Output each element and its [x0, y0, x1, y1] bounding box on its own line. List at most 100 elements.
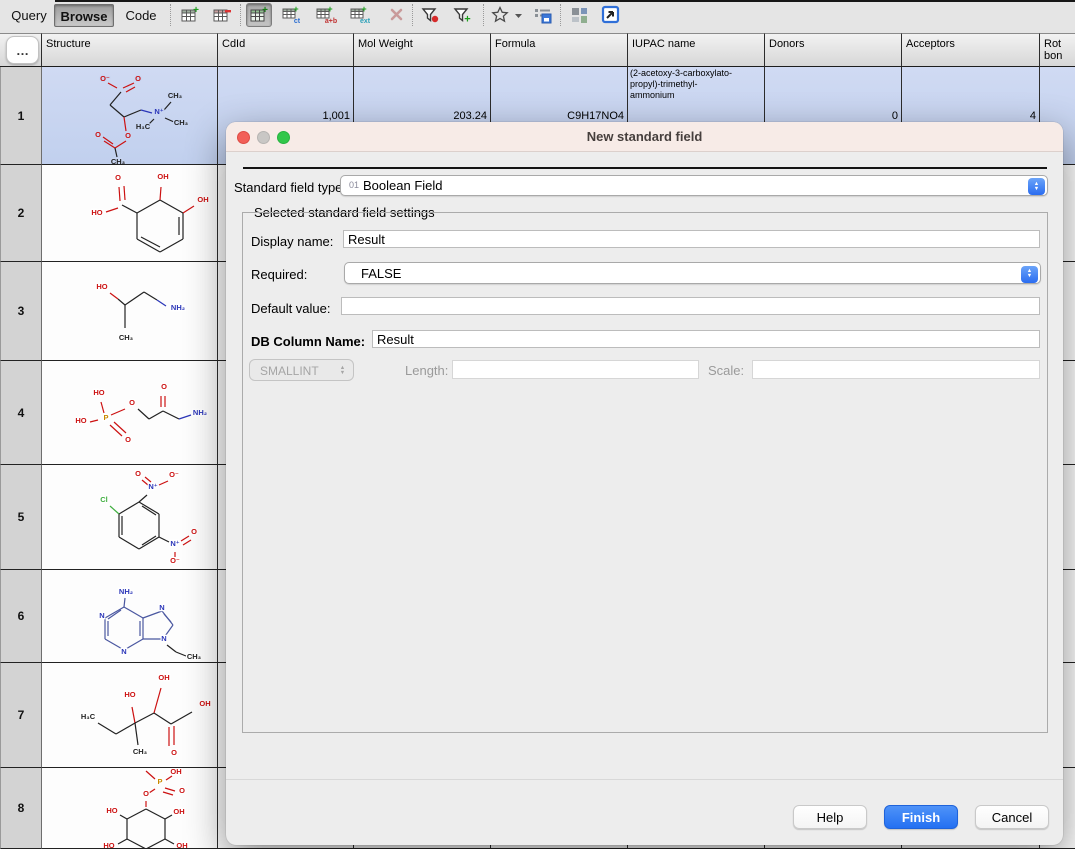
row-number[interactable]: 6	[0, 570, 42, 663]
default-value-label: Default value:	[251, 301, 331, 316]
export-icon[interactable]	[598, 3, 624, 27]
length-input	[452, 360, 699, 379]
svg-text:CH₃: CH₃	[174, 118, 189, 127]
row-number[interactable]: 1	[0, 67, 42, 165]
new-chemical-terms-field-icon[interactable]: + ct	[280, 3, 306, 27]
svg-text:Cl: Cl	[100, 495, 108, 504]
svg-text:+: +	[464, 14, 470, 26]
svg-text:CH₃: CH₃	[187, 652, 202, 661]
db-column-name-input[interactable]: Result	[372, 330, 1040, 348]
svg-text:+: +	[193, 5, 199, 16]
field-type-dropdown[interactable]: 01 Boolean Field ▲▼	[340, 175, 1048, 196]
svg-text:H₃C: H₃C	[81, 712, 96, 721]
add-table-icon[interactable]: +	[177, 3, 203, 27]
column-header-structure[interactable]: Structure	[42, 33, 218, 67]
svg-text:OH: OH	[173, 807, 184, 816]
svg-text:HO: HO	[96, 282, 107, 291]
default-value-input[interactable]	[341, 297, 1040, 315]
column-header-rot-bon[interactable]: Rot bon	[1040, 33, 1075, 67]
db-column-name-label: DB Column Name:	[251, 334, 365, 349]
length-label: Length:	[405, 363, 448, 378]
required-value: FALSE	[361, 266, 401, 281]
required-dropdown[interactable]: FALSE ▲▼	[344, 262, 1041, 284]
svg-text:OH: OH	[197, 195, 208, 204]
formula-value: C9H17NO4	[567, 110, 624, 122]
query-filter-icon[interactable]	[418, 3, 444, 27]
column-header-cdid[interactable]: CdId	[218, 33, 354, 67]
form-save-icon[interactable]	[530, 3, 556, 27]
db-type-dropdown: SMALLINT ▲▼	[249, 359, 354, 381]
structure-cell[interactable]: HONH₂CH₃	[42, 262, 218, 361]
structure-cell[interactable]: ClN⁺OO⁻N⁺OO⁻	[42, 465, 218, 570]
tab-query[interactable]: Query	[8, 4, 50, 27]
svg-text:HO: HO	[124, 690, 135, 699]
svg-text:P: P	[103, 413, 108, 422]
toolbar-separator	[170, 4, 171, 26]
toolbar-separator	[240, 4, 241, 26]
svg-text:O: O	[129, 398, 135, 407]
column-header-donors[interactable]: Donors	[765, 33, 902, 67]
structure-cell[interactable]: NH₂NNNNCH₃	[42, 570, 218, 663]
svg-text:+: +	[293, 5, 298, 14]
dialog-title: New standard field	[226, 122, 1063, 152]
inositol-phosphate-drawing: HOOHPOOHOOHHOOH	[42, 768, 218, 849]
svg-text:CH₃: CH₃	[111, 157, 126, 165]
structure-cell[interactable]: HOHOPOOONH₂	[42, 361, 218, 465]
svg-text:HO: HO	[93, 388, 104, 397]
dropdown-stepper-icon: ▲▼	[334, 362, 351, 379]
row-number[interactable]: 5	[0, 465, 42, 570]
field-type-prefix: 01	[349, 180, 359, 190]
new-extra-field-icon[interactable]: +ext	[348, 3, 374, 27]
dropdown-stepper-icon: ▲▼	[1021, 266, 1038, 283]
remove-table-row-icon[interactable]	[209, 3, 235, 27]
svg-text:O⁻: O⁻	[100, 74, 110, 83]
row-number[interactable]: 2	[0, 165, 42, 262]
row-number[interactable]: 8	[0, 768, 42, 849]
svg-text:N⁺: N⁺	[154, 107, 163, 116]
svg-text:OH: OH	[170, 768, 181, 776]
svg-text:HO: HO	[103, 841, 114, 849]
svg-text:O: O	[191, 527, 197, 536]
cancel-button[interactable]: Cancel	[975, 805, 1049, 829]
svg-text:ct: ct	[294, 18, 301, 25]
new-standard-field-dialog: New standard field Standard field type: …	[226, 122, 1063, 845]
column-header-iupac-name[interactable]: IUPAC name	[628, 33, 765, 67]
svg-text:O⁻: O⁻	[170, 556, 180, 565]
new-standard-field-icon[interactable]: +	[246, 3, 272, 27]
required-label: Required:	[251, 267, 307, 282]
svg-text:CH₃: CH₃	[119, 333, 134, 342]
table-corner-button[interactable]: …	[6, 36, 39, 64]
svg-text:O: O	[179, 786, 185, 795]
1-amino-2-propanol-drawing: HONH₂CH₃	[42, 262, 218, 360]
svg-text:O: O	[135, 74, 141, 83]
tab-browse[interactable]: Browse	[54, 4, 114, 27]
new-calculated-field-icon[interactable]: +a+b	[314, 3, 340, 27]
column-header-mol-weight[interactable]: Mol Weight	[354, 33, 491, 67]
tab-code[interactable]: Code	[120, 4, 162, 27]
structure-cell[interactable]: HOOHPOOHOOHHOOH	[42, 768, 218, 849]
structure-cell[interactable]: O⁻ON⁺CH₃CH₃H₃COOCH₃	[42, 67, 218, 165]
help-button[interactable]: Help	[793, 805, 867, 829]
add-filter-icon[interactable]: +	[450, 3, 476, 27]
svg-text:+: +	[327, 5, 332, 14]
structure-cell[interactable]: OHOOHOH	[42, 165, 218, 262]
structure-cell[interactable]: OHHOOHH₃CCH₃O	[42, 663, 218, 768]
finish-button[interactable]: Finish	[884, 805, 958, 829]
favorites-caret-icon[interactable]	[513, 3, 525, 27]
row-number[interactable]: 3	[0, 262, 42, 361]
column-header-formula[interactable]: Formula	[491, 33, 628, 67]
favorites-star-icon[interactable]	[489, 3, 511, 27]
row-number[interactable]: 7	[0, 663, 42, 768]
aminoacetone-phosphate-drawing: HOHOPOOONH₂	[42, 364, 218, 462]
window-layout-icon[interactable]	[567, 3, 593, 27]
display-name-input[interactable]: Result	[343, 230, 1040, 248]
svg-text:O: O	[135, 469, 141, 478]
cdid-value: 1,001	[322, 110, 350, 122]
column-header-acceptors[interactable]: Acceptors	[902, 33, 1040, 67]
svg-text:+: +	[262, 5, 268, 16]
field-type-value: Boolean Field	[363, 178, 443, 193]
remove-field-icon[interactable]	[384, 3, 410, 27]
row-number[interactable]: 4	[0, 361, 42, 465]
dialog-titlebar[interactable]: New standard field	[226, 122, 1063, 152]
svg-text:+: +	[361, 5, 366, 14]
